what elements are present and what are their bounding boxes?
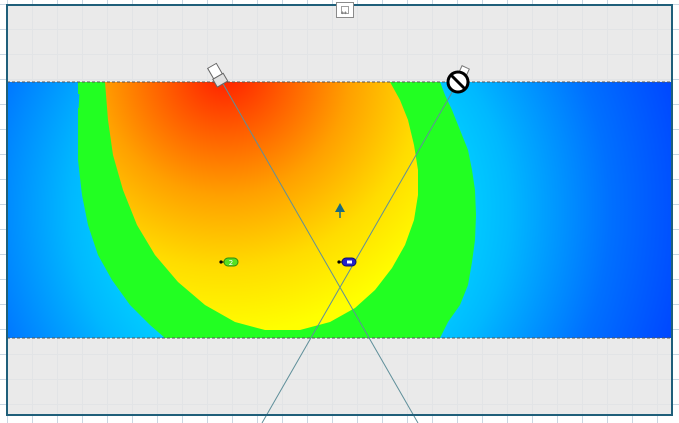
resize-handle-icon[interactable]: ↔ xyxy=(336,2,354,18)
floor-plan-canvas[interactable]: 2 xyxy=(0,0,679,423)
handle-mark: ↔ xyxy=(341,9,347,17)
green-tag-label: 2 xyxy=(229,259,233,267)
